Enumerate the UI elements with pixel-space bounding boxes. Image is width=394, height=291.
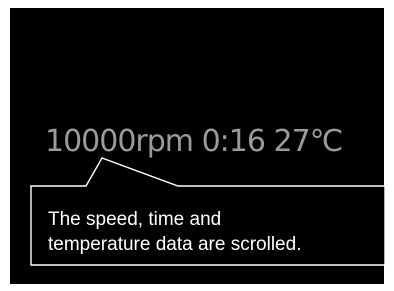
callout-line-2: temperature data are scrolled.: [48, 234, 302, 255]
callout-line-1: The speed, time and: [48, 209, 222, 230]
callout-text: The speed, time and temperature data are…: [48, 207, 378, 257]
